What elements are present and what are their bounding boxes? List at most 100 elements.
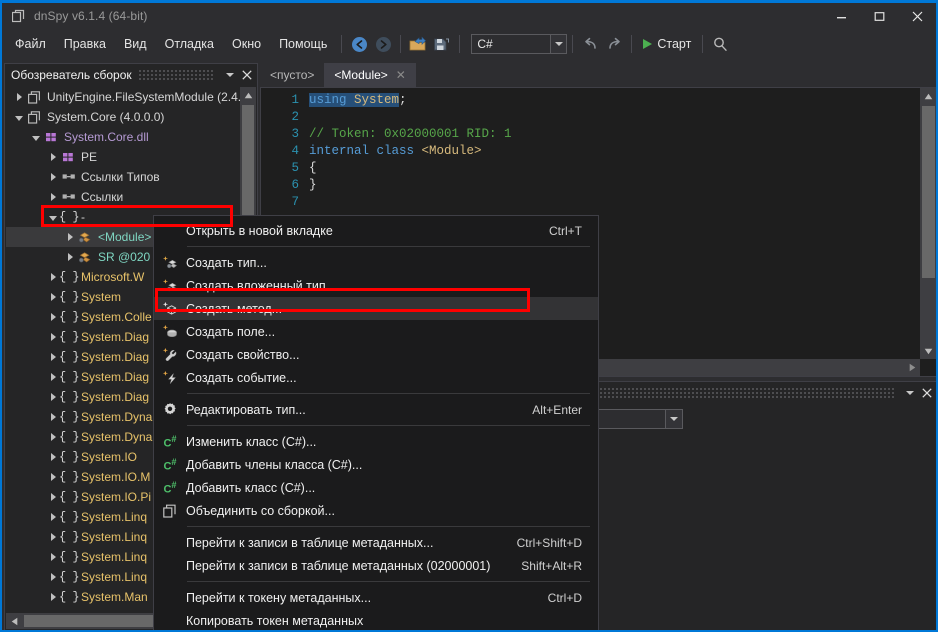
menu-item-label: Перейти к записи в таблице метаданных (0…	[186, 558, 491, 573]
ctx-add-class-members-csharp[interactable]: C# Добавить члены класса (C#)...	[154, 453, 598, 476]
tree-node-label: System.Linq	[81, 570, 148, 584]
editor-scroll-thumb[interactable]	[922, 106, 935, 278]
expander-expand-icon[interactable]	[46, 307, 60, 327]
chevron-down-icon[interactable]	[550, 35, 567, 53]
tree-node-references[interactable]: Ссылки	[6, 187, 242, 207]
expander-expand-icon[interactable]	[46, 607, 60, 610]
ctx-goto-md-table-row[interactable]: Перейти к записи в таблице метаданных...…	[154, 531, 598, 554]
expander-expand-icon[interactable]	[46, 347, 60, 367]
menu-edit[interactable]: Правка	[55, 31, 115, 57]
search-icon[interactable]	[708, 32, 732, 56]
ctx-open-in-new-tab[interactable]: Открыть в новой вкладке Ctrl+T	[154, 219, 598, 242]
open-folder-icon[interactable]	[406, 32, 430, 56]
tab-close-icon[interactable]: ✕	[396, 68, 406, 82]
chevron-down-icon[interactable]	[221, 67, 238, 84]
close-icon[interactable]	[918, 385, 935, 402]
expander-expand-icon[interactable]	[46, 527, 60, 547]
expander-expand-icon[interactable]	[46, 287, 60, 307]
ctx-create-type[interactable]: Создать тип...	[154, 251, 598, 274]
assembly-explorer-header: Обозреватель сборок	[5, 64, 257, 86]
redo-icon[interactable]	[602, 32, 626, 56]
menu-view[interactable]: Вид	[115, 31, 156, 57]
ctx-create-event[interactable]: Создать событие...	[154, 366, 598, 389]
expander-expand-icon[interactable]	[46, 487, 60, 507]
ctx-copy-md-token[interactable]: Копировать токен метаданных	[154, 609, 598, 630]
scroll-up-arrow-icon[interactable]	[240, 87, 256, 103]
ctx-create-property[interactable]: Создать свойство...	[154, 343, 598, 366]
expander-expand-icon[interactable]	[46, 447, 60, 467]
editor-vertical-scrollbar[interactable]	[920, 88, 936, 359]
navigate-forward-icon[interactable]	[371, 32, 395, 56]
expander-expand-icon[interactable]	[46, 547, 60, 567]
editor-scroll-down-icon[interactable]	[920, 343, 936, 359]
tree-node-label: System.Dyna	[81, 410, 153, 424]
tree-node-unityengine-filesystemmodule[interactable]: UnityEngine.FileSystemModule (2.4.3	[6, 87, 242, 107]
assembly-tree-hscroll-thumb[interactable]	[24, 615, 172, 627]
ctx-goto-md-table-row-token[interactable]: Перейти к записи в таблице метаданных (0…	[154, 554, 598, 577]
expander-expand-icon[interactable]	[46, 387, 60, 407]
expander-expand-icon[interactable]	[46, 187, 60, 207]
context-menu[interactable]: Открыть в новой вкладке Ctrl+T Создать тип…	[153, 215, 599, 630]
tree-node-label: System.Diag	[81, 330, 150, 344]
chevron-down-icon[interactable]	[665, 410, 683, 428]
window-title: dnSpy v6.1.4 (64-bit)	[34, 9, 148, 23]
expander-expand-icon[interactable]	[46, 267, 60, 287]
expander-expand-icon[interactable]	[46, 147, 60, 167]
expander-expand-icon[interactable]	[46, 407, 60, 427]
expander-expand-icon[interactable]	[12, 87, 26, 107]
tree-node-system-core-dll[interactable]: System.Core.dll	[6, 127, 242, 147]
expander-collapse-icon[interactable]	[12, 107, 26, 127]
menu-help[interactable]: Помощь	[270, 31, 336, 57]
assembly-icon	[26, 107, 44, 127]
editor-scroll-right-icon[interactable]	[904, 360, 920, 376]
expander-expand-icon[interactable]	[63, 247, 77, 267]
ctx-create-field[interactable]: Создать поле...	[154, 320, 598, 343]
expander-expand-icon[interactable]	[46, 427, 60, 447]
editor-scroll-up-icon[interactable]	[920, 88, 936, 104]
expander-expand-icon[interactable]	[63, 227, 77, 247]
expander-expand-icon[interactable]	[46, 327, 60, 347]
ctx-add-class-csharp[interactable]: C# Добавить класс (C#)...	[154, 476, 598, 499]
tab-empty[interactable]: <пусто>	[260, 63, 324, 87]
tree-node-type-references[interactable]: Ссылки Типов	[6, 167, 242, 187]
menu-file[interactable]: Файл	[6, 31, 55, 57]
assembly-tree-scroll-thumb[interactable]	[242, 105, 254, 225]
expander-expand-icon[interactable]	[46, 507, 60, 527]
ctx-create-nested-type[interactable]: Создать вложенный тип...	[154, 274, 598, 297]
ctx-goto-md-token[interactable]: Перейти к токену метаданных... Ctrl+D	[154, 586, 598, 609]
ctx-edit-type[interactable]: Редактировать тип... Alt+Enter	[154, 398, 598, 421]
ctx-merge-with-assembly[interactable]: Объединить со сборкой...	[154, 499, 598, 522]
expander-expand-icon[interactable]	[46, 367, 60, 387]
namespace-icon: { }	[58, 530, 80, 544]
expander-expand-icon[interactable]	[46, 467, 60, 487]
expander-collapse-icon[interactable]	[29, 127, 43, 147]
expander-expand-icon[interactable]	[46, 567, 60, 587]
tree-node-label: System.Dyna	[81, 430, 153, 444]
close-button[interactable]	[898, 3, 936, 29]
ctx-create-method[interactable]: Создать метод...	[154, 297, 598, 320]
create-type-icon	[154, 251, 186, 274]
start-button[interactable]: Старт	[637, 35, 697, 53]
menu-debug[interactable]: Отладка	[156, 31, 223, 57]
toolbar-separator-6	[702, 35, 704, 53]
expander-collapse-icon[interactable]	[46, 207, 60, 227]
code-line: 5{	[261, 159, 920, 176]
language-combo[interactable]: C#	[471, 34, 568, 54]
menu-window[interactable]: Окно	[223, 31, 270, 57]
close-icon[interactable]	[238, 67, 255, 84]
save-all-icon[interactable]	[430, 32, 454, 56]
tree-node-pe[interactable]: PE	[6, 147, 242, 167]
expander-expand-icon[interactable]	[46, 167, 60, 187]
minimize-button[interactable]	[822, 3, 860, 29]
create-property-icon	[154, 343, 186, 366]
tab-module[interactable]: <Module> ✕	[324, 63, 416, 87]
tree-node-system-core[interactable]: System.Core (4.0.0.0)	[6, 107, 242, 127]
navigate-back-icon[interactable]	[347, 32, 371, 56]
ctx-edit-class-csharp[interactable]: C# Изменить класс (C#)...	[154, 430, 598, 453]
chevron-down-icon[interactable]	[901, 385, 918, 402]
scroll-left-arrow-icon[interactable]	[6, 613, 22, 629]
panel-drag-grip[interactable]	[137, 69, 215, 81]
expander-expand-icon[interactable]	[46, 587, 60, 607]
undo-icon[interactable]	[578, 32, 602, 56]
maximize-button[interactable]	[860, 3, 898, 29]
